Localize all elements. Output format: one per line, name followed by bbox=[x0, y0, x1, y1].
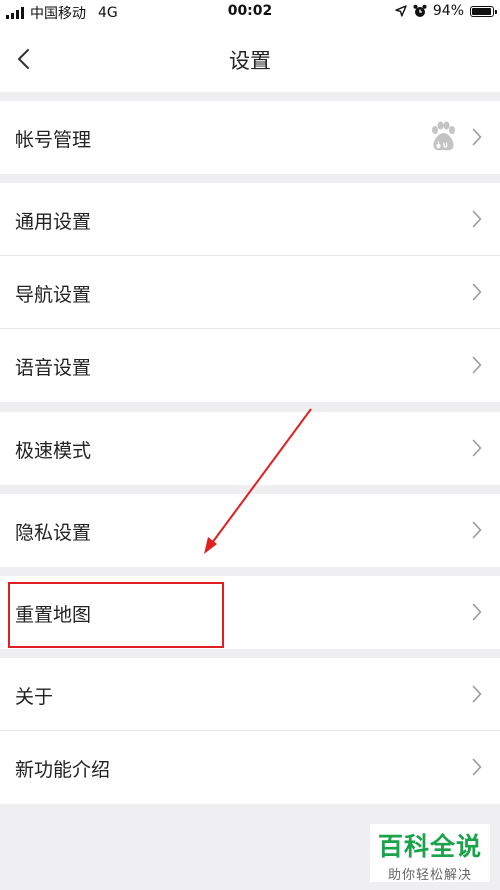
settings-group-account: 帐号管理 bbox=[0, 101, 500, 174]
status-bar: 中国移动 4G 00:02 94% bbox=[0, 0, 500, 24]
settings-item-label: 导航设置 bbox=[15, 284, 92, 306]
chevron-right-icon bbox=[472, 603, 482, 621]
nav-bar: 设置 bbox=[0, 24, 500, 92]
watermark-title: 百科全说 bbox=[377, 832, 482, 861]
settings-item-navigation[interactable]: 导航设置 bbox=[0, 256, 500, 329]
settings-item-privacy[interactable]: 隐私设置 bbox=[0, 494, 500, 567]
settings-item-label: 新功能介绍 bbox=[15, 759, 111, 781]
settings-group-privacy: 隐私设置 bbox=[0, 494, 500, 567]
settings-item-account[interactable]: 帐号管理 bbox=[0, 101, 500, 174]
watermark-logo: 百科全说 助你轻松解决 bbox=[370, 824, 490, 883]
settings-item-label: 通用设置 bbox=[15, 211, 92, 233]
chevron-right-icon bbox=[472, 283, 482, 301]
baidu-paw-icon bbox=[432, 121, 455, 151]
page-title: 设置 bbox=[229, 49, 271, 73]
alarm-clock-icon bbox=[413, 4, 427, 17]
settings-group-speed: 极速模式 bbox=[0, 412, 500, 485]
back-button[interactable] bbox=[14, 44, 40, 74]
chevron-right-icon bbox=[472, 210, 482, 228]
settings-item-label: 语音设置 bbox=[15, 357, 92, 379]
settings-item-label: 重置地图 bbox=[15, 604, 92, 626]
chevron-right-icon bbox=[472, 685, 482, 703]
settings-item-voice[interactable]: 语音设置 bbox=[0, 329, 500, 402]
settings-item-general[interactable]: 通用设置 bbox=[0, 183, 500, 256]
settings-group-reset: 重置地图 bbox=[0, 576, 500, 649]
settings-item-label: 帐号管理 bbox=[15, 129, 92, 151]
battery-percent: 94% bbox=[432, 3, 464, 19]
settings-item-new-features[interactable]: 新功能介绍 bbox=[0, 731, 500, 804]
settings-group-about: 关于 新功能介绍 bbox=[0, 658, 500, 804]
settings-item-label: 隐私设置 bbox=[15, 522, 92, 544]
settings-item-about[interactable]: 关于 bbox=[0, 658, 500, 731]
battery-fill bbox=[472, 7, 491, 15]
chevron-right-icon bbox=[472, 758, 482, 776]
chevron-right-icon bbox=[472, 128, 482, 146]
chevron-right-icon bbox=[472, 356, 482, 374]
chevron-right-icon bbox=[472, 521, 482, 539]
status-right: 94% bbox=[395, 3, 497, 19]
settings-item-speed-mode[interactable]: 极速模式 bbox=[0, 412, 500, 485]
settings-item-label: 极速模式 bbox=[15, 440, 92, 462]
location-arrow-icon bbox=[395, 5, 407, 17]
settings-item-reset-map[interactable]: 重置地图 bbox=[0, 576, 500, 649]
battery-icon bbox=[470, 5, 497, 17]
settings-item-label: 关于 bbox=[15, 686, 54, 708]
chevron-right-icon bbox=[472, 439, 482, 457]
settings-group-general: 通用设置 导航设置 语音设置 bbox=[0, 183, 500, 402]
watermark-subtitle: 助你轻松解决 bbox=[387, 868, 472, 883]
chevron-left-icon bbox=[18, 49, 29, 69]
